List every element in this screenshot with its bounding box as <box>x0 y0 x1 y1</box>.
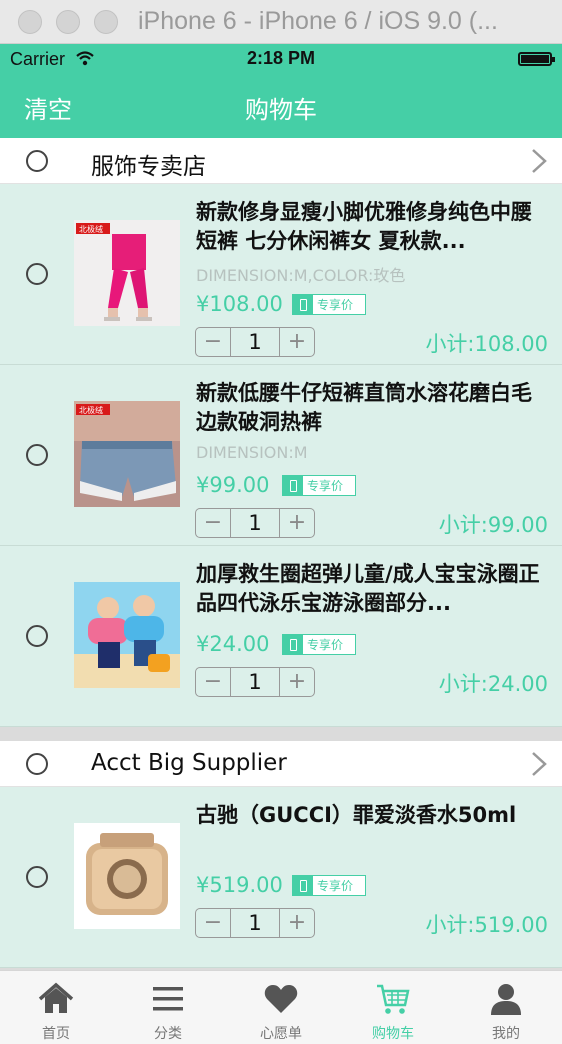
shop-select-radio[interactable] <box>26 753 48 775</box>
tab-category[interactable]: 分类 <box>112 971 224 1044</box>
badge-label: 专享价 <box>307 638 344 652</box>
shop-header[interactable]: Acct Big Supplier <box>0 741 562 787</box>
phone-icon <box>283 635 303 654</box>
window-title: iPhone 6 - iPhone 6 / iOS 9.0 (... <box>138 7 498 35</box>
increase-button[interactable]: + <box>280 909 314 937</box>
decrease-button[interactable]: − <box>196 328 230 356</box>
product-spec: DIMENSION:M,COLOR:玫色 <box>196 266 406 285</box>
cart-item[interactable]: 北极绒 新款低腰牛仔短裤直筒水溶花磨白毛边款破洞热裤 DIMENSION:M ¥… <box>0 365 562 546</box>
phone-icon <box>293 295 313 314</box>
simulator-title-bar: iPhone 6 - iPhone 6 / iOS 9.0 (... <box>0 0 562 44</box>
product-image[interactable] <box>74 823 180 929</box>
tab-label: 购物车 <box>372 1026 414 1042</box>
cart-icon <box>377 984 410 1014</box>
tab-wishlist[interactable]: 心愿单 <box>225 971 337 1044</box>
tab-home[interactable]: 首页 <box>0 971 112 1044</box>
cart-item[interactable]: 北极绒 新款修身显瘦小脚优雅修身纯色中腰短裤 七分休闲裤女 夏秋款... DIM… <box>0 184 562 365</box>
increase-button[interactable]: + <box>280 509 314 537</box>
heart-icon <box>264 985 298 1013</box>
increase-button[interactable]: + <box>280 328 314 356</box>
phone-icon <box>283 476 303 495</box>
product-spec: DIMENSION:M <box>196 443 308 462</box>
product-title[interactable]: 新款低腰牛仔短裤直筒水溶花磨白毛边款破洞热裤 <box>196 379 548 437</box>
tab-profile[interactable]: 我的 <box>450 971 562 1044</box>
shop-select-radio[interactable] <box>26 150 48 172</box>
badge-label: 专享价 <box>317 879 354 893</box>
cart-list[interactable]: 服饰专卖店 北极绒 新款修身显瘦小脚优雅修身纯色中腰短裤 七分休闲裤女 夏秋款.… <box>0 138 562 970</box>
svg-text:北极绒: 北极绒 <box>79 224 103 234</box>
decrease-button[interactable]: − <box>196 909 230 937</box>
list-icon <box>153 987 183 1011</box>
quantity-value[interactable]: 1 <box>230 328 280 356</box>
item-subtotal: 小计:519.00 <box>425 913 548 937</box>
status-bar: Carrier 2:18 PM <box>0 44 562 74</box>
item-subtotal: 小计:99.00 <box>438 513 548 537</box>
tab-label: 心愿单 <box>260 1026 302 1042</box>
tab-bar: 首页 分类 心愿单 购物车 我的 <box>0 970 562 1044</box>
quantity-stepper[interactable]: − 1 + <box>195 327 315 357</box>
quantity-stepper[interactable]: − 1 + <box>195 908 315 938</box>
chevron-right-icon[interactable] <box>530 148 548 174</box>
product-image[interactable]: 北极绒 <box>74 220 180 326</box>
battery-icon <box>518 52 555 66</box>
badge-label: 专享价 <box>317 298 354 312</box>
product-price: ¥519.00 <box>196 873 283 897</box>
quantity-value[interactable]: 1 <box>230 909 280 937</box>
tab-label: 我的 <box>492 1026 520 1042</box>
exclusive-price-badge: 专享价 <box>292 875 366 896</box>
item-select-radio[interactable] <box>26 263 48 285</box>
item-select-radio[interactable] <box>26 444 48 466</box>
tab-label: 首页 <box>42 1026 70 1042</box>
cart-item[interactable]: 古驰（GUCCI）罪爱淡香水50ml ¥519.00 专享价 − 1 + 小计:… <box>0 787 562 968</box>
shop-name: Acct Big Supplier <box>91 750 287 776</box>
product-image[interactable] <box>74 582 180 688</box>
shop-header[interactable]: 服饰专卖店 <box>0 138 562 184</box>
cart-item[interactable]: 加厚救生圈超弹儿童/成人宝宝泳圈正品四代泳乐宝游泳圈部分... ¥24.00 专… <box>0 546 562 727</box>
quantity-value[interactable]: 1 <box>230 668 280 696</box>
decrease-button[interactable]: − <box>196 509 230 537</box>
item-select-radio[interactable] <box>26 625 48 647</box>
chevron-right-icon[interactable] <box>530 751 548 777</box>
product-title[interactable]: 新款修身显瘦小脚优雅修身纯色中腰短裤 七分休闲裤女 夏秋款... <box>196 198 548 256</box>
product-price: ¥108.00 <box>196 292 283 316</box>
page-title: 购物车 <box>245 96 317 124</box>
status-time: 2:18 PM <box>246 48 316 68</box>
quantity-value[interactable]: 1 <box>230 509 280 537</box>
item-subtotal: 小计:24.00 <box>438 672 548 696</box>
home-icon <box>38 982 74 1013</box>
exclusive-price-badge: 专享价 <box>292 294 366 315</box>
product-price: ¥99.00 <box>196 473 270 497</box>
svg-text:北极绒: 北极绒 <box>79 405 103 415</box>
window-close-button[interactable] <box>18 10 42 34</box>
shop-name: 服饰专卖店 <box>91 154 206 180</box>
product-image[interactable]: 北极绒 <box>74 401 180 507</box>
tab-cart[interactable]: 购物车 <box>337 971 449 1044</box>
product-title[interactable]: 古驰（GUCCI）罪爱淡香水50ml <box>196 801 548 859</box>
product-title[interactable]: 加厚救生圈超弹儿童/成人宝宝泳圈正品四代泳乐宝游泳圈部分... <box>196 560 548 618</box>
window-minimize-button[interactable] <box>56 10 80 34</box>
decrease-button[interactable]: − <box>196 668 230 696</box>
increase-button[interactable]: + <box>280 668 314 696</box>
window-zoom-button[interactable] <box>94 10 118 34</box>
item-select-radio[interactable] <box>26 866 48 888</box>
quantity-stepper[interactable]: − 1 + <box>195 508 315 538</box>
product-price: ¥24.00 <box>196 632 270 656</box>
clear-cart-button[interactable]: 清空 <box>24 90 72 125</box>
quantity-stepper[interactable]: − 1 + <box>195 667 315 697</box>
user-icon <box>491 984 521 1015</box>
tab-label: 分类 <box>154 1026 182 1042</box>
badge-label: 专享价 <box>307 479 344 493</box>
exclusive-price-badge: 专享价 <box>282 475 356 496</box>
exclusive-price-badge: 专享价 <box>282 634 356 655</box>
item-subtotal: 小计:108.00 <box>425 332 548 356</box>
nav-bar: 清空 购物车 <box>0 74 562 138</box>
phone-icon <box>293 876 313 895</box>
